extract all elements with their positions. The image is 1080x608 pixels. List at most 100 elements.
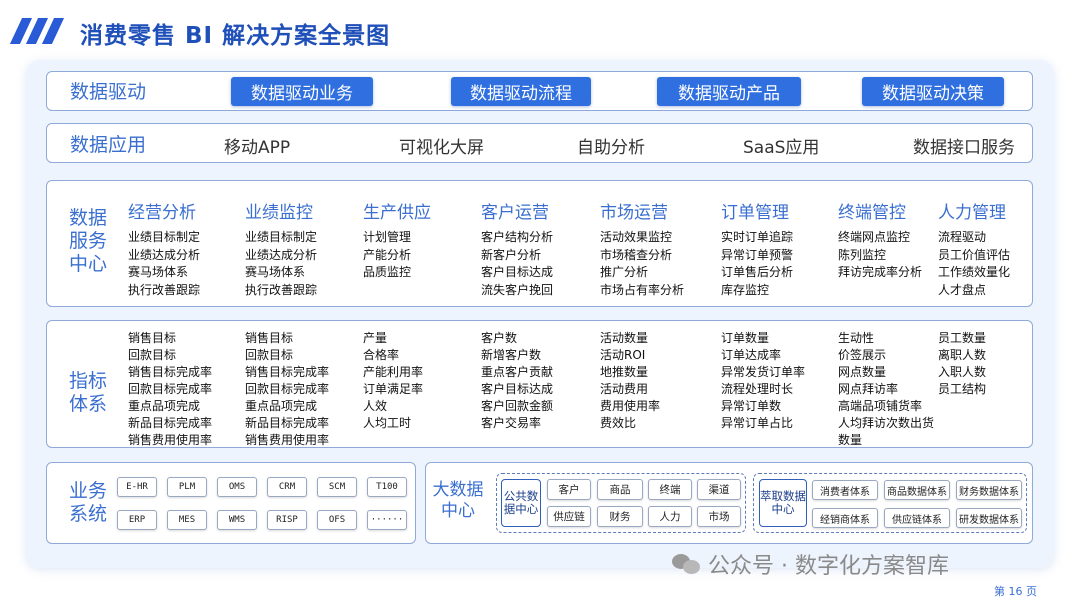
public-chip-terminal[interactable]: 终端 bbox=[648, 479, 692, 500]
service-col-customer: 客户运营 客户结构分析 新客户分析 客户目标达成 流失客户挽回 bbox=[481, 198, 553, 299]
list-item: 市场稽查分析 bbox=[600, 247, 673, 262]
list-item: 业绩达成分析 bbox=[128, 247, 201, 262]
page-number: 第 16 页 bbox=[994, 585, 1037, 598]
app-saas[interactable]: SaaS应用 bbox=[743, 133, 819, 158]
apps-panel bbox=[46, 123, 1033, 163]
list-item: 实时订单追踪 bbox=[721, 230, 794, 244]
system-chip-ehr[interactable]: E-HR bbox=[117, 477, 157, 497]
public-chip-channel[interactable]: 渠道 bbox=[697, 479, 741, 500]
system-chip-more[interactable]: ······ bbox=[367, 510, 407, 530]
app-mobile[interactable]: 移动APP bbox=[224, 133, 290, 158]
list-item: 陈列监控 bbox=[838, 247, 887, 262]
drive-decision-button[interactable]: 数据驱动决策 bbox=[862, 77, 1004, 106]
list-item: 赛马场体系 bbox=[128, 265, 189, 279]
list-item: 离职人数 bbox=[938, 348, 987, 362]
service-col-title[interactable]: 生产供应 bbox=[363, 198, 431, 223]
service-col-market: 市场运营 活动效果监控 市场稽查分析 推广分析 市场占有率分析 bbox=[600, 198, 684, 299]
drive-process-button[interactable]: 数据驱动流程 bbox=[451, 77, 591, 106]
list-item: 客户回款金额 bbox=[481, 399, 554, 413]
extract-chip-product-data[interactable]: 商品数据体系 bbox=[884, 480, 950, 500]
list-item: 员工数量 bbox=[938, 331, 987, 345]
service-col-title[interactable]: 经营分析 bbox=[128, 198, 200, 223]
list-item: 新增客户数 bbox=[481, 348, 542, 362]
list-item: 生动性 bbox=[838, 331, 875, 345]
service-col-title[interactable]: 业绩监控 bbox=[245, 198, 317, 223]
extract-chip-distributor[interactable]: 经销商体系 bbox=[812, 508, 878, 528]
list-item: 流程驱动 bbox=[938, 230, 987, 244]
metrics-col: 订单数量 订单达成率 异常发货订单率 流程处理时长 异常订单数 异常订单占比 bbox=[721, 330, 805, 432]
extract-chip-consumer[interactable]: 消费者体系 bbox=[812, 480, 878, 500]
drive-business-button[interactable]: 数据驱动业务 bbox=[231, 77, 373, 106]
extract-data-center-chip[interactable]: 萃取数据中心 bbox=[759, 479, 807, 527]
list-item: 销售费用使用率 bbox=[128, 433, 213, 447]
list-item: 品质监控 bbox=[363, 265, 412, 279]
list-item: 订单满足率 bbox=[363, 382, 424, 396]
list-item: 业绩达成分析 bbox=[245, 247, 318, 262]
extract-chip-finance-data[interactable]: 财务数据体系 bbox=[956, 480, 1022, 500]
system-chip-risp[interactable]: RISP bbox=[267, 510, 307, 530]
list-item: 市场占有率分析 bbox=[600, 282, 685, 297]
list-item: 流程处理时长 bbox=[721, 382, 794, 396]
system-chip-crm[interactable]: CRM bbox=[267, 477, 307, 497]
list-item: 客户数 bbox=[481, 331, 518, 345]
list-item: 员工价值评估 bbox=[938, 247, 1011, 262]
list-item: 客户结构分析 bbox=[481, 230, 554, 244]
list-item: 订单售后分析 bbox=[721, 265, 794, 279]
system-chip-erp[interactable]: ERP bbox=[117, 510, 157, 530]
systems-label: 业务系统 bbox=[68, 480, 107, 525]
public-chip-supply-chain[interactable]: 供应链 bbox=[547, 506, 591, 527]
drive-product-button[interactable]: 数据驱动产品 bbox=[657, 77, 801, 106]
public-chip-hr[interactable]: 人力 bbox=[648, 506, 692, 527]
system-chip-scm[interactable]: SCM bbox=[317, 477, 357, 497]
service-col-title[interactable]: 市场运营 bbox=[600, 198, 684, 223]
service-col-title[interactable]: 人力管理 bbox=[938, 198, 1010, 223]
metrics-col: 活动数量 活动ROI 地推数量 活动费用 费用使用率 费效比 bbox=[600, 330, 660, 432]
list-item: 库存监控 bbox=[721, 282, 770, 297]
app-dashboard-screen[interactable]: 可视化大屏 bbox=[399, 133, 484, 158]
system-chip-wms[interactable]: WMS bbox=[217, 510, 257, 530]
service-col-title[interactable]: 终端管控 bbox=[838, 198, 922, 223]
list-item: 异常发货订单率 bbox=[721, 365, 806, 379]
system-chip-ofs[interactable]: OFS bbox=[317, 510, 357, 530]
extract-chip-rnd-data[interactable]: 研发数据体系 bbox=[956, 508, 1022, 528]
public-chip-customer[interactable]: 客户 bbox=[547, 479, 591, 500]
list-item: 网点数量 bbox=[838, 365, 887, 379]
service-col-title[interactable]: 订单管理 bbox=[721, 198, 793, 223]
apps-label: 数据应用 bbox=[70, 134, 147, 156]
list-item: 费效比 bbox=[600, 416, 637, 430]
list-item: 执行改善跟踪 bbox=[128, 282, 201, 297]
extract-chip-supply-chain[interactable]: 供应链体系 bbox=[884, 508, 950, 528]
watermark: 公众号 · 数字化方案智库 bbox=[672, 548, 949, 580]
app-self-analysis[interactable]: 自助分析 bbox=[577, 133, 645, 158]
system-chip-plm[interactable]: PLM bbox=[167, 477, 207, 497]
list-item: 流失客户挽回 bbox=[481, 282, 554, 297]
public-chip-market[interactable]: 市场 bbox=[697, 506, 741, 527]
system-chip-t100[interactable]: T100 bbox=[367, 477, 407, 497]
drive-label: 数据驱动 bbox=[70, 81, 147, 103]
service-col-title[interactable]: 客户运营 bbox=[481, 198, 553, 223]
list-item: 计划管理 bbox=[363, 230, 412, 244]
list-item: 销售目标 bbox=[128, 331, 177, 345]
metrics-col: 销售目标 回款目标 销售目标完成率 回款目标完成率 重点品项完成 新品目标完成率… bbox=[245, 330, 329, 449]
list-item: 推广分析 bbox=[600, 265, 649, 279]
list-item: 回款目标完成率 bbox=[245, 382, 330, 396]
list-item: 地推数量 bbox=[600, 365, 649, 379]
app-data-api[interactable]: 数据接口服务 bbox=[913, 133, 1015, 158]
list-item: 活动数量 bbox=[600, 331, 649, 345]
list-item: 重点客户贡献 bbox=[481, 365, 554, 379]
list-item: 重点品项完成 bbox=[128, 399, 201, 413]
public-chip-finance[interactable]: 财务 bbox=[597, 506, 643, 527]
list-item: 销售费用使用率 bbox=[245, 433, 330, 447]
metrics-col: 员工数量 离职人数 入职人数 员工结构 bbox=[938, 330, 986, 398]
list-item: 异常订单数 bbox=[721, 399, 782, 413]
public-chip-product[interactable]: 商品 bbox=[597, 479, 643, 500]
list-item: 终端网点监控 bbox=[838, 230, 911, 244]
metrics-label: 指标体系 bbox=[68, 370, 107, 415]
list-item: 客户目标达成 bbox=[481, 382, 554, 396]
system-chip-oms[interactable]: OMS bbox=[217, 477, 257, 497]
metrics-col: 销售目标 回款目标 销售目标完成率 回款目标完成率 重点品项完成 新品目标完成率… bbox=[128, 330, 212, 449]
public-data-center-chip[interactable]: 公共数据中心 bbox=[501, 479, 541, 527]
system-chip-mes[interactable]: MES bbox=[167, 510, 207, 530]
page-title: 消费零售 BI 解决方案全景图 bbox=[80, 23, 391, 49]
wechat-icon bbox=[672, 552, 702, 576]
